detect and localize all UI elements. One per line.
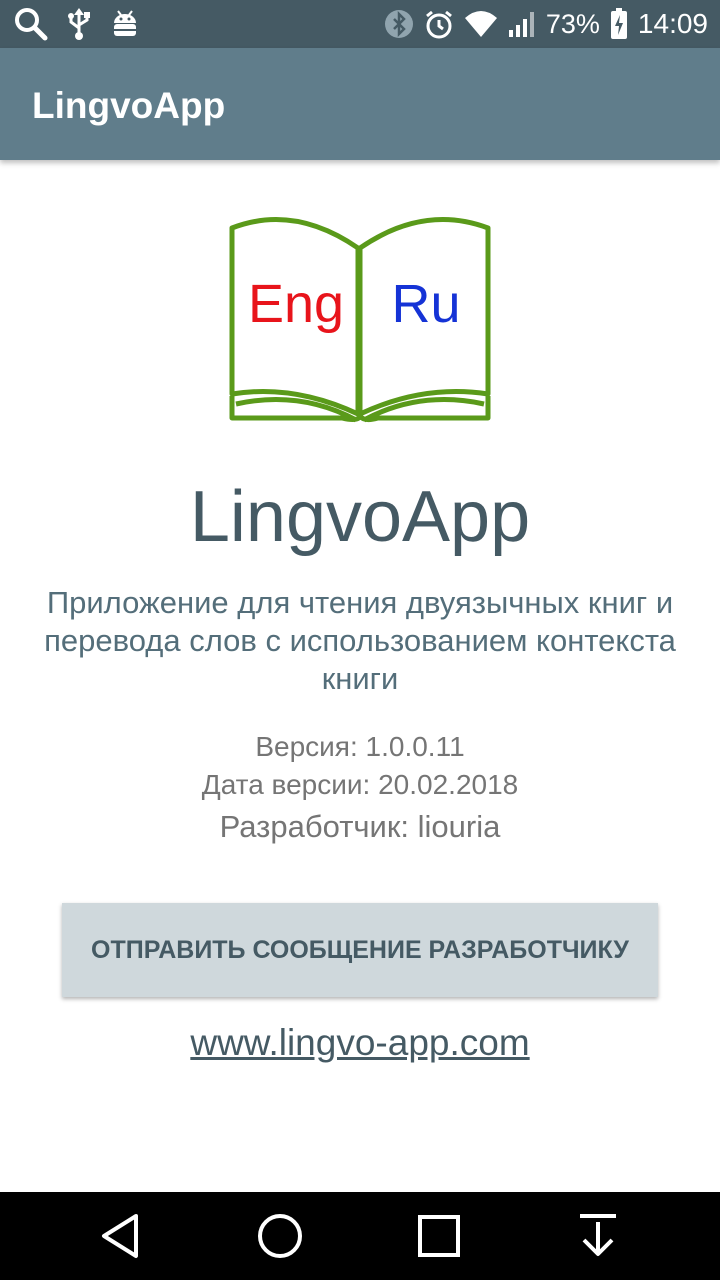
usb-icon bbox=[66, 8, 92, 40]
app-logo: Eng Ru bbox=[224, 204, 496, 428]
send-message-button[interactable]: ОТПРАВИТЬ СООБЩЕНИЕ РАЗРАБОТЧИКУ bbox=[62, 903, 658, 997]
wifi-icon bbox=[464, 10, 498, 38]
recents-icon[interactable] bbox=[409, 1206, 469, 1266]
version-text: Версия: 1.0.0.11 bbox=[255, 731, 465, 762]
back-icon[interactable] bbox=[90, 1206, 150, 1266]
logo-eng-text: Eng bbox=[248, 274, 344, 334]
android-debug-icon bbox=[110, 9, 140, 39]
signal-icon bbox=[508, 10, 536, 38]
clock: 14:09 bbox=[637, 8, 708, 39]
app-name-heading: LingvoApp bbox=[189, 477, 531, 557]
home-icon[interactable] bbox=[250, 1206, 310, 1266]
website-link[interactable]: www.lingvo-app.com bbox=[0, 1020, 720, 1066]
status-left-icons bbox=[14, 7, 140, 41]
battery-percent: 73% bbox=[545, 8, 600, 39]
status-right-icons: 73% 14:09 bbox=[384, 8, 708, 40]
search-icon bbox=[14, 7, 48, 41]
bluetooth-icon bbox=[384, 9, 414, 39]
developer-text: Разработчик: liouria bbox=[219, 809, 501, 844]
logo-ru-text: Ru bbox=[391, 274, 460, 334]
status-bar: 73% 14:09 bbox=[0, 0, 720, 48]
download-icon[interactable] bbox=[568, 1206, 628, 1266]
app-description: Приложение для чтения двуязычных книг и … bbox=[44, 585, 676, 696]
battery-charging-icon bbox=[610, 8, 628, 40]
alarm-icon bbox=[424, 9, 454, 39]
app-bar-title: LingvoApp bbox=[32, 85, 226, 126]
navigation-bar bbox=[0, 1192, 720, 1280]
version-date-text: Дата версии: 20.02.2018 bbox=[201, 769, 519, 800]
